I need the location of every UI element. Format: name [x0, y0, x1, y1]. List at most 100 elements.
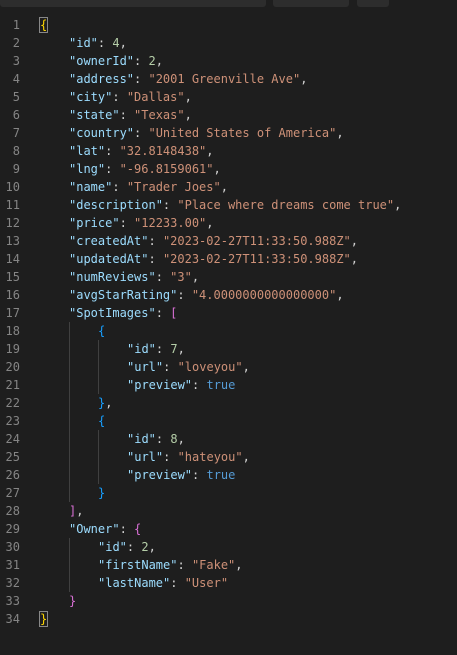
indent-guide	[69, 376, 98, 394]
line-number: 10	[5, 180, 20, 194]
code-token: "price"	[69, 216, 120, 230]
code-line[interactable]: 7 "country": "United States of America",	[0, 124, 457, 142]
code-token: :	[119, 522, 135, 536]
code-token: ,	[105, 396, 113, 410]
indent-guide	[40, 592, 69, 610]
code-area[interactable]: 1{2 "id": 4, 3 "ownerId": 2, 4 "address": "20…	[0, 16, 457, 628]
indent-guide	[98, 430, 127, 448]
code-token: 7	[170, 342, 178, 356]
code-line[interactable]: 34}	[0, 610, 457, 628]
indent-guide	[40, 430, 69, 448]
code-line[interactable]: 23 {	[0, 412, 457, 430]
code-line[interactable]: 10 "name": "Trader Joes",	[0, 178, 457, 196]
line-content: "description": "Place where dreams come …	[40, 196, 401, 214]
editor-tab[interactable]	[357, 0, 389, 7]
line-number: 2	[12, 36, 20, 50]
code-line[interactable]: 24 "id": 8,	[0, 430, 457, 448]
code-token: "Place where dreams come true"	[177, 198, 395, 212]
code-line[interactable]: 9 "lng": "-96.8159061",	[0, 160, 457, 178]
code-token: "url"	[127, 450, 164, 464]
indent-guide	[40, 412, 69, 430]
code-line[interactable]: 14 "updatedAt": "2023-02-27T11:33:50.988Z…	[0, 250, 457, 268]
code-line[interactable]: 20 "url": "loveyou",	[0, 358, 457, 376]
code-line[interactable]: 13 "createdAt": "2023-02-27T11:33:50.988Z…	[0, 232, 457, 250]
code-line[interactable]: 18 {	[0, 322, 457, 340]
code-token: :	[148, 252, 163, 266]
code-token: }	[98, 486, 106, 500]
code-token: :	[134, 126, 149, 140]
code-line[interactable]: 30 "id": 2,	[0, 538, 457, 556]
code-token: ,	[220, 180, 228, 194]
code-line[interactable]: 12 "price": "12233.00",	[0, 214, 457, 232]
code-token: 4	[112, 36, 120, 50]
editor-tab[interactable]	[0, 0, 266, 7]
code-token: "2001 Greenville Ave"	[148, 72, 301, 86]
line-number: 9	[12, 162, 20, 176]
indent-guide	[98, 376, 127, 394]
line-number: 15	[5, 270, 20, 284]
indent-guide	[40, 574, 69, 592]
code-token: {	[98, 324, 106, 338]
code-line[interactable]: 31 "firstName": "Fake",	[0, 556, 457, 574]
code-token: "loveyou"	[177, 360, 243, 374]
code-token: "Dallas"	[126, 90, 185, 104]
line-content: },	[40, 394, 112, 412]
code-token: "-96.8159061"	[119, 162, 214, 176]
indent-guide	[98, 340, 127, 358]
editor-tab[interactable]	[273, 0, 349, 7]
code-token: :	[162, 198, 178, 212]
code-token: :	[126, 540, 142, 554]
indent-guide	[40, 34, 69, 52]
code-line[interactable]: 1{	[0, 16, 457, 34]
indent-guide	[40, 88, 69, 106]
line-content: "id": 7,	[40, 340, 185, 358]
code-editor[interactable]: 1{2 "id": 4, 3 "ownerId": 2, 4 "address": "20…	[0, 0, 457, 655]
code-token: ,	[76, 504, 84, 518]
code-line[interactable]: 15 "numReviews": "3",	[0, 268, 457, 286]
indent-guide	[69, 430, 98, 448]
code-line[interactable]: 26 "preview": true	[0, 466, 457, 484]
code-line[interactable]: 27}	[0, 484, 457, 502]
line-content: }	[40, 592, 76, 610]
indent-guide	[40, 322, 69, 340]
code-line[interactable]: 28],	[0, 502, 457, 520]
code-line[interactable]: 6 "state": "Texas",	[0, 106, 457, 124]
code-line[interactable]: 25 "url": "hateyou",	[0, 448, 457, 466]
indent-guide	[69, 322, 98, 340]
code-token: :	[134, 72, 149, 86]
code-token: "id"	[127, 342, 156, 356]
code-line[interactable]: 17 "SpotImages": [	[0, 304, 457, 322]
code-line[interactable]: 5 "city": "Dallas",	[0, 88, 457, 106]
code-line[interactable]: 32 "lastName": "User"	[0, 574, 457, 592]
code-line[interactable]: 21 "preview": true	[0, 376, 457, 394]
tab-strip	[0, 0, 457, 9]
code-token: "avgStarRating"	[69, 288, 178, 302]
code-line[interactable]: 29 "Owner": {	[0, 520, 457, 538]
line-number: 18	[5, 324, 20, 338]
code-token: :	[192, 468, 207, 482]
code-line[interactable]: 3 "ownerId": 2,	[0, 52, 457, 70]
indent-guide	[40, 502, 69, 520]
indent-guide	[40, 520, 69, 538]
code-token: "city"	[69, 90, 113, 104]
indent-guide	[69, 448, 98, 466]
code-token: "numReviews"	[69, 270, 156, 284]
code-line[interactable]: 2 "id": 4,	[0, 34, 457, 52]
indent-guide	[40, 286, 69, 304]
code-token: "3"	[170, 270, 192, 284]
indent-guide	[40, 178, 69, 196]
code-line[interactable]: 22},	[0, 394, 457, 412]
code-line[interactable]: 4 "address": "2001 Greenville Ave",	[0, 70, 457, 88]
code-token: ,	[336, 288, 344, 302]
line-content: {	[38, 16, 49, 34]
line-number: 8	[12, 144, 20, 158]
line-content: ],	[40, 502, 83, 520]
code-token: "description"	[69, 198, 163, 212]
code-token: ,	[177, 432, 185, 446]
code-line[interactable]: 11 "description": "Place where dreams com…	[0, 196, 457, 214]
code-line[interactable]: 8 "lat": "32.8148438",	[0, 142, 457, 160]
code-line[interactable]: 33}	[0, 592, 457, 610]
code-line[interactable]: 19 "id": 7,	[0, 340, 457, 358]
indent-guide	[69, 556, 98, 574]
code-line[interactable]: 16 "avgStarRating": "4.0000000000000000",	[0, 286, 457, 304]
